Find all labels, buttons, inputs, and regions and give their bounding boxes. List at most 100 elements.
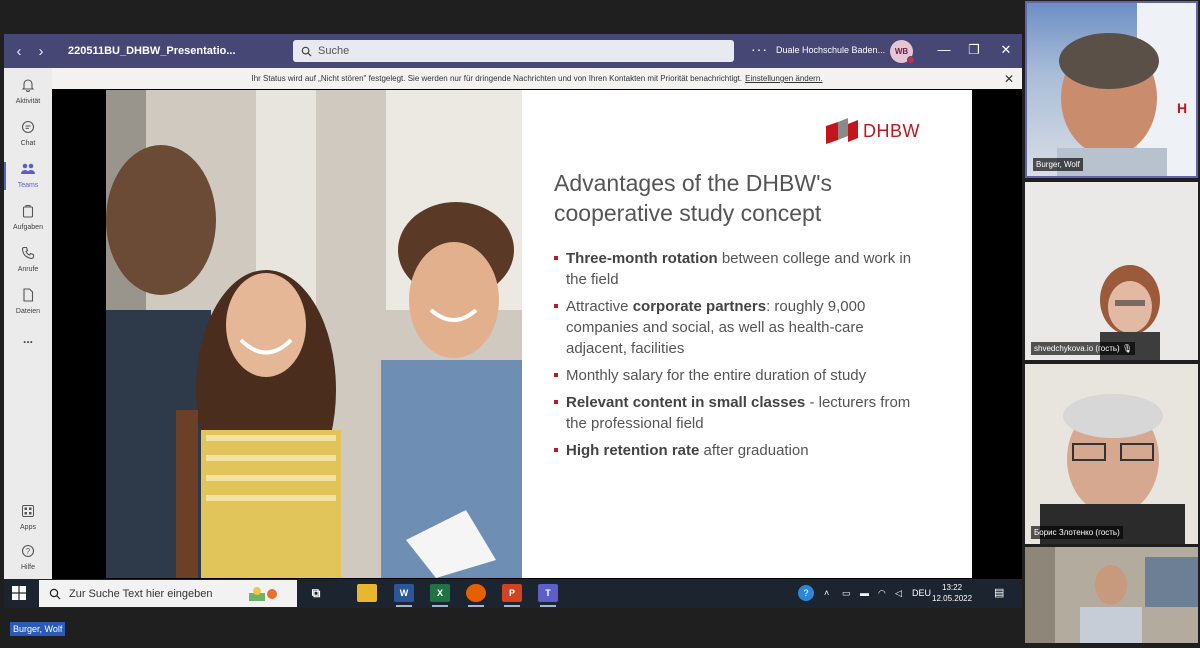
rail-item-chat[interactable]: Chat (4, 120, 52, 147)
participant-video (1025, 364, 1198, 544)
powerpoint-icon[interactable]: P (502, 584, 522, 607)
more-options-button[interactable]: ··· (751, 41, 768, 57)
rail-label: Dateien (15, 308, 41, 315)
students-illustration (106, 90, 522, 578)
rail-label: Hilfe (20, 564, 35, 571)
clock-time: 13:22 (942, 583, 963, 592)
volume-icon[interactable]: ◁ (895, 588, 902, 599)
rail-item-help[interactable]: ? Hilfe (4, 544, 52, 571)
search-icon (301, 46, 312, 57)
bullet-item: Attractive corporate partners: roughly 9… (554, 296, 924, 359)
slide-bullets: Three-month rotation between college and… (554, 248, 924, 467)
minimize-button[interactable]: — (934, 42, 954, 57)
slide-title: Advantages of the DHBW's cooperative stu… (554, 170, 832, 226)
assignments-icon (22, 205, 34, 218)
taskbar-search-placeholder: Zur Suche Text hier eingeben (69, 587, 213, 600)
title-bar: ‹ › 220511BU_DHBW_Presentatio... Suche ·… (4, 34, 1022, 68)
avatar-initials: WB (894, 47, 909, 56)
rail-item-files[interactable]: Dateien (4, 288, 52, 315)
search-icon (49, 588, 61, 599)
rail-label: Chat (20, 140, 36, 147)
search-placeholder: Suche (318, 45, 350, 57)
windows-taskbar: Zur Suche Text hier eingeben ⧉ W X P T ?… (4, 579, 1022, 608)
file-explorer-icon[interactable] (357, 584, 377, 602)
rail-label: Teams (17, 182, 39, 189)
wifi-icon[interactable]: ◠ (878, 588, 886, 599)
participant-video (1025, 182, 1198, 360)
bullet-item: Relevant content in small classes - lect… (554, 392, 924, 434)
participant-name: shvedchykova.io (гость) 🎙 (1031, 342, 1136, 355)
taskbar-clock[interactable]: 13:22 12.05.2022 (932, 582, 972, 604)
org-name[interactable]: Duale Hochschule Baden... (776, 45, 885, 55)
back-button[interactable]: ‹ (8, 43, 30, 60)
participant-tile[interactable]: shvedchykova.io (гость) 🎙 (1025, 182, 1198, 360)
rail-label: Apps (20, 524, 36, 531)
firefox-icon[interactable] (466, 584, 486, 607)
participant-name: Burger, Wolf (1033, 158, 1083, 171)
phone-icon (21, 246, 35, 260)
dhbw-logo: DHBW (826, 118, 920, 144)
screen: ‹ › 220511BU_DHBW_Presentatio... Suche ·… (0, 0, 1200, 648)
app-rail: Aktivität Chat Teams Aufgaben Anrufe Dat… (4, 68, 52, 608)
close-window-button[interactable]: ✕ (996, 42, 1016, 58)
bell-icon (21, 79, 35, 92)
rail-item-activity[interactable]: Aktivität (4, 78, 52, 105)
taskbar-search-input[interactable]: Zur Suche Text hier eingeben (39, 580, 297, 607)
rail-label: Aufgaben (13, 224, 43, 231)
rail-item-apps[interactable]: Apps (4, 504, 52, 531)
rail-label: Anrufe (17, 266, 39, 273)
apps-icon (22, 505, 34, 517)
teams-taskbar-icon[interactable]: T (538, 584, 558, 607)
bullet-item: High retention rate after graduation (554, 440, 924, 461)
settings-link[interactable]: Einstellungen ändern. (745, 74, 822, 83)
svg-text:?: ? (26, 547, 31, 556)
word-icon[interactable]: W (394, 584, 414, 607)
chevron-up-icon[interactable]: ˄ (824, 588, 829, 598)
students-photo (106, 90, 522, 578)
language-indicator[interactable]: DEU (912, 588, 931, 598)
search-highlight-icon (249, 587, 277, 601)
network-icon[interactable]: ▭ (842, 588, 851, 599)
screen-bottom (0, 611, 1020, 648)
teams-icon (21, 163, 35, 174)
close-banner-icon[interactable]: ✕ (1004, 72, 1014, 86)
participant-tile[interactable]: Борис Злотенко (гость) (1025, 364, 1198, 544)
rail-item-calls[interactable]: Anrufe (4, 246, 52, 273)
participant-video (1025, 547, 1198, 643)
clock-date: 12.05.2022 (932, 594, 973, 603)
participant-name: Борис Злотенко (гость) (1031, 526, 1123, 539)
more-apps-icon[interactable]: ... (4, 332, 52, 346)
rail-item-teams[interactable]: Teams (4, 162, 52, 190)
notifications-icon[interactable]: ▤ (994, 586, 1004, 599)
status-banner: Ihr Status wird auf „Nicht stören" festg… (52, 68, 1022, 89)
dhbw-logo-text: DHBW (863, 120, 920, 141)
rail-label: Aktivität (15, 98, 41, 105)
rail-item-assignments[interactable]: Aufgaben (4, 204, 52, 231)
windows-start-icon[interactable] (12, 586, 26, 600)
muted-mic-icon: 🎙 (1121, 344, 1133, 353)
task-view-icon[interactable]: ⧉ (306, 584, 326, 602)
shared-screen: DHBW Advantages of the DHBW's cooperativ… (52, 89, 1022, 608)
svg-text:H: H (1177, 100, 1187, 116)
bullet-item: Monthly salary for the entire duration o… (554, 365, 924, 386)
participant-tile[interactable] (1025, 547, 1198, 643)
search-input[interactable]: Suche (293, 40, 734, 62)
presenter-label: Burger, Wolf (10, 622, 66, 636)
dnd-status-icon (907, 56, 915, 64)
presentation-slide: DHBW Advantages of the DHBW's cooperativ… (106, 90, 972, 578)
help-icon: ? (21, 544, 35, 558)
meeting-title: 220511BU_DHBW_Presentatio... (68, 45, 236, 57)
excel-icon[interactable]: X (430, 584, 450, 607)
help-tray-icon[interactable]: ? (798, 585, 814, 601)
banner-text: Ihr Status wird auf „Nicht stören" festg… (251, 74, 743, 83)
bullet-item: Three-month rotation between college and… (554, 248, 924, 290)
file-icon (23, 288, 34, 302)
dhbw-logo-mark (826, 118, 858, 144)
teams-window: ‹ › 220511BU_DHBW_Presentatio... Suche ·… (4, 34, 1022, 608)
battery-icon[interactable]: ▬ (860, 588, 869, 598)
forward-button[interactable]: › (30, 43, 52, 60)
maximize-button[interactable]: ❐ (964, 42, 984, 58)
participant-tile[interactable]: H Burger, Wolf (1025, 1, 1198, 178)
participant-video: H (1057, 3, 1196, 176)
profile-avatar[interactable]: WB (890, 40, 915, 64)
